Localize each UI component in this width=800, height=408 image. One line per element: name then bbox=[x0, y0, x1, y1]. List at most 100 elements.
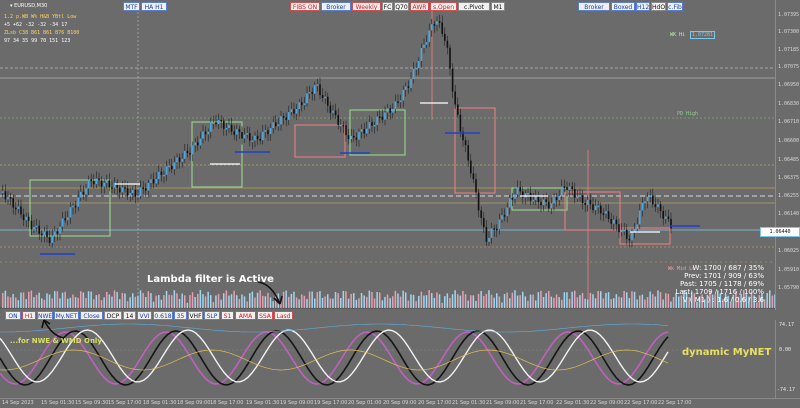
candle-body bbox=[251, 140, 254, 142]
candle-body bbox=[95, 178, 98, 185]
top-button-c-fib[interactable]: c.Fib bbox=[667, 2, 683, 11]
candle-body bbox=[178, 157, 181, 162]
candle-body bbox=[550, 203, 553, 209]
price-chart[interactable] bbox=[0, 0, 800, 310]
price-scale[interactable]: 1.07395 1.07300 1.07185 1.07075 1.06950 1.068… bbox=[775, 0, 800, 310]
volume-bar bbox=[334, 291, 337, 308]
volume-bar bbox=[498, 296, 501, 308]
stats-line: W: 1700 / 687 / 35% bbox=[692, 264, 764, 272]
indicator-button-s1[interactable]: S1 bbox=[221, 311, 234, 320]
volume-bar bbox=[769, 290, 771, 308]
volume-bar bbox=[392, 296, 394, 308]
volume-bar bbox=[355, 299, 358, 308]
candle-body bbox=[61, 218, 64, 227]
volume-bar bbox=[363, 295, 365, 308]
candle-body bbox=[142, 187, 144, 189]
top-button-broker[interactable]: Broker bbox=[578, 2, 610, 11]
top-button-s-open[interactable]: s.Open bbox=[430, 2, 457, 11]
volume-bar bbox=[64, 291, 66, 308]
candle-body bbox=[636, 224, 638, 230]
candle-body bbox=[295, 108, 298, 114]
top-button-m1[interactable]: M1 bbox=[491, 2, 505, 11]
info-table-row-1: 1.2 p.WB W% H&B YBtl Low bbox=[4, 14, 77, 20]
candle-body bbox=[132, 189, 134, 194]
candle-body bbox=[566, 187, 568, 190]
candle-body bbox=[238, 129, 241, 133]
volume-bar bbox=[33, 297, 35, 308]
volume-bar bbox=[555, 294, 558, 308]
price-tick-label: 1.07300 bbox=[778, 29, 800, 35]
candle-body bbox=[98, 178, 100, 181]
candle-body bbox=[249, 133, 251, 141]
candle-body bbox=[230, 124, 233, 132]
top-button-ha-h1[interactable]: HA H1 bbox=[141, 2, 167, 11]
top-button-h12[interactable]: H12 bbox=[636, 2, 650, 11]
volume-bar bbox=[605, 292, 607, 308]
candle-body bbox=[314, 85, 316, 94]
candle-body bbox=[490, 228, 493, 238]
stats-line: Past: 1705 / 1178 / 69% bbox=[680, 280, 764, 288]
volume-bar bbox=[459, 295, 462, 308]
candle-body bbox=[329, 105, 332, 113]
candle-body bbox=[503, 215, 506, 217]
candle-body bbox=[202, 131, 204, 139]
top-button-c-pivot[interactable]: c.Pivot bbox=[458, 2, 490, 11]
top-button-boxed[interactable]: Boxed bbox=[611, 2, 635, 11]
volume-bar bbox=[490, 294, 493, 308]
top-button-mtf[interactable]: MTF bbox=[123, 2, 140, 11]
top-button-weekly[interactable]: Weekly bbox=[352, 2, 381, 11]
candle-body bbox=[368, 122, 371, 129]
volume-bar bbox=[321, 297, 324, 308]
candle-body bbox=[342, 124, 345, 127]
volume-bar bbox=[529, 294, 532, 308]
candle-body bbox=[360, 129, 363, 132]
volume-bar bbox=[360, 292, 363, 308]
volume-bar bbox=[87, 291, 90, 308]
indicator-button-vvi[interactable]: VVI bbox=[137, 311, 152, 320]
volume-bar bbox=[126, 301, 129, 308]
top-button-fibs-on[interactable]: FIBS ON bbox=[290, 2, 320, 11]
top-button-hdo[interactable]: HdO bbox=[651, 2, 666, 11]
candle-body bbox=[264, 130, 267, 132]
candle-body bbox=[428, 30, 430, 43]
top-button-broker[interactable]: Broker bbox=[321, 2, 351, 11]
volume-bar bbox=[9, 297, 12, 308]
volume-bar bbox=[243, 296, 246, 308]
info-table-row-3: ZLsb C38 B61 B61 B76 B100 bbox=[4, 30, 80, 36]
volume-bar bbox=[129, 297, 131, 308]
indicator-button-dcp[interactable]: DCP bbox=[104, 311, 122, 320]
price-tick-label: 1.06600 bbox=[778, 138, 800, 144]
candle-body bbox=[477, 192, 480, 211]
candle-body bbox=[584, 202, 586, 205]
trading-chart-window: ▾ EURUSD,M30 1.2 p.WB W% H&B YBtl Low +5… bbox=[0, 0, 800, 408]
indicator-button-slp[interactable]: SLP bbox=[204, 311, 220, 320]
volume-bar bbox=[171, 295, 173, 308]
indicator-button-on[interactable]: ON bbox=[5, 311, 21, 320]
indicator-button-close[interactable]: Close bbox=[80, 311, 103, 320]
top-button-fc[interactable]: FC bbox=[382, 2, 393, 11]
indicator-panel[interactable] bbox=[0, 320, 775, 398]
candle-body bbox=[527, 193, 529, 195]
volume-bar bbox=[7, 296, 9, 308]
candle-body bbox=[418, 60, 420, 69]
indicator-button-35[interactable]: 35 bbox=[174, 311, 187, 320]
candle-body bbox=[139, 187, 142, 196]
volume-bar bbox=[503, 294, 506, 308]
indicator-button-vhf[interactable]: VHF bbox=[188, 311, 203, 320]
candle-body bbox=[155, 179, 157, 184]
volume-bar bbox=[379, 292, 381, 308]
top-button-awr[interactable]: AWR bbox=[410, 2, 429, 11]
candle-body bbox=[548, 201, 550, 209]
candle-body bbox=[158, 171, 160, 180]
volume-bar bbox=[620, 297, 623, 308]
volume-bar bbox=[137, 295, 139, 308]
candle-body bbox=[454, 91, 456, 105]
candle-body bbox=[345, 125, 347, 136]
volume-bar bbox=[766, 293, 768, 308]
top-button-q70[interactable]: Q70 bbox=[394, 2, 409, 11]
indicator-button-14[interactable]: 14 bbox=[123, 311, 136, 320]
volume-bar bbox=[535, 300, 537, 308]
candle-body bbox=[259, 139, 261, 141]
candle-body bbox=[587, 199, 589, 205]
indicator-button-0-618[interactable]: 0.618 bbox=[153, 311, 173, 320]
